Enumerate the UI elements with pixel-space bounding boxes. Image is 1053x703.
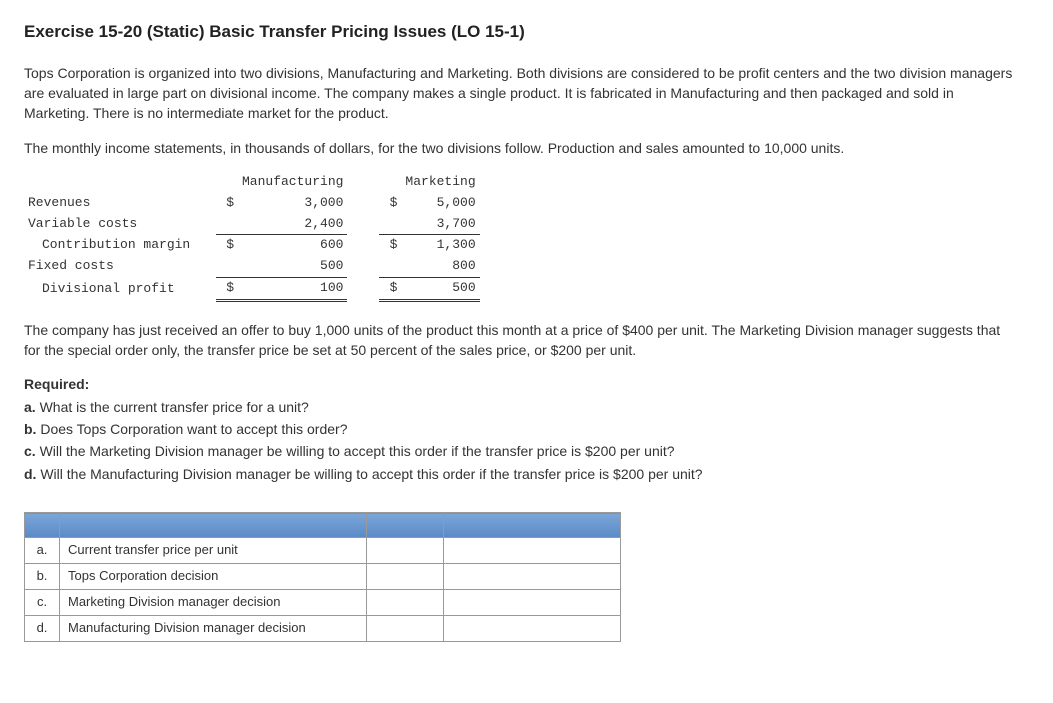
answer-c-key: c. bbox=[25, 589, 60, 615]
requirement-a: a. What is the current transfer price fo… bbox=[24, 397, 1029, 417]
variable-marketing: 3,700 bbox=[401, 214, 479, 235]
row-revenues-label: Revenues bbox=[24, 193, 216, 214]
col-header-marketing: Marketing bbox=[401, 172, 479, 193]
answer-a-input-2[interactable] bbox=[444, 538, 621, 564]
fixed-marketing: 800 bbox=[401, 256, 479, 277]
profit-marketing: 500 bbox=[401, 278, 479, 301]
row-variable-costs-label: Variable costs bbox=[24, 214, 216, 235]
required-label: Required: bbox=[24, 376, 89, 392]
row-divisional-profit-label: Divisional profit bbox=[24, 278, 216, 301]
requirement-b: b. Does Tops Corporation want to accept … bbox=[24, 419, 1029, 439]
revenues-manufacturing: 3,000 bbox=[238, 193, 347, 214]
income-statement-table: Manufacturing Marketing Revenues $ 3,000… bbox=[24, 172, 480, 302]
answer-d-input-2[interactable] bbox=[444, 615, 621, 641]
row-contribution-margin-label: Contribution margin bbox=[24, 235, 216, 256]
requirement-d: d. Will the Manufacturing Division manag… bbox=[24, 464, 1029, 484]
variable-manufacturing: 2,400 bbox=[238, 214, 347, 235]
answer-a-key: a. bbox=[25, 538, 60, 564]
answer-a-input-1[interactable] bbox=[367, 538, 444, 564]
profit-manufacturing: 100 bbox=[238, 278, 347, 301]
answer-b-input-1[interactable] bbox=[367, 564, 444, 590]
cm-marketing: 1,300 bbox=[401, 235, 479, 256]
col-header-manufacturing: Manufacturing bbox=[238, 172, 347, 193]
intro-paragraph-1: Tops Corporation is organized into two d… bbox=[24, 63, 1014, 124]
answer-b-desc: Tops Corporation decision bbox=[60, 564, 367, 590]
answer-header-col2 bbox=[444, 513, 621, 538]
answer-c-input-2[interactable] bbox=[444, 589, 621, 615]
intro-paragraph-2: The monthly income statements, in thousa… bbox=[24, 138, 1014, 158]
answer-b-key: b. bbox=[25, 564, 60, 590]
answer-header-desc bbox=[60, 513, 367, 538]
answer-c-desc: Marketing Division manager decision bbox=[60, 589, 367, 615]
answer-d-key: d. bbox=[25, 615, 60, 641]
revenues-marketing: 5,000 bbox=[401, 193, 479, 214]
row-fixed-costs-label: Fixed costs bbox=[24, 256, 216, 277]
answer-header-col1 bbox=[367, 513, 444, 538]
answer-d-input-1[interactable] bbox=[367, 615, 444, 641]
answer-d-desc: Manufacturing Division manager decision bbox=[60, 615, 367, 641]
offer-paragraph: The company has just received an offer t… bbox=[24, 320, 1014, 361]
answer-a-desc: Current transfer price per unit bbox=[60, 538, 367, 564]
answer-c-input-1[interactable] bbox=[367, 589, 444, 615]
answer-b-input-2[interactable] bbox=[444, 564, 621, 590]
fixed-manufacturing: 500 bbox=[238, 256, 347, 277]
requirement-c: c. Will the Marketing Division manager b… bbox=[24, 441, 1029, 461]
answer-input-table: a. Current transfer price per unit b. To… bbox=[24, 512, 621, 641]
exercise-title: Exercise 15-20 (Static) Basic Transfer P… bbox=[24, 20, 1029, 45]
cm-manufacturing: 600 bbox=[238, 235, 347, 256]
answer-header-key bbox=[25, 513, 60, 538]
